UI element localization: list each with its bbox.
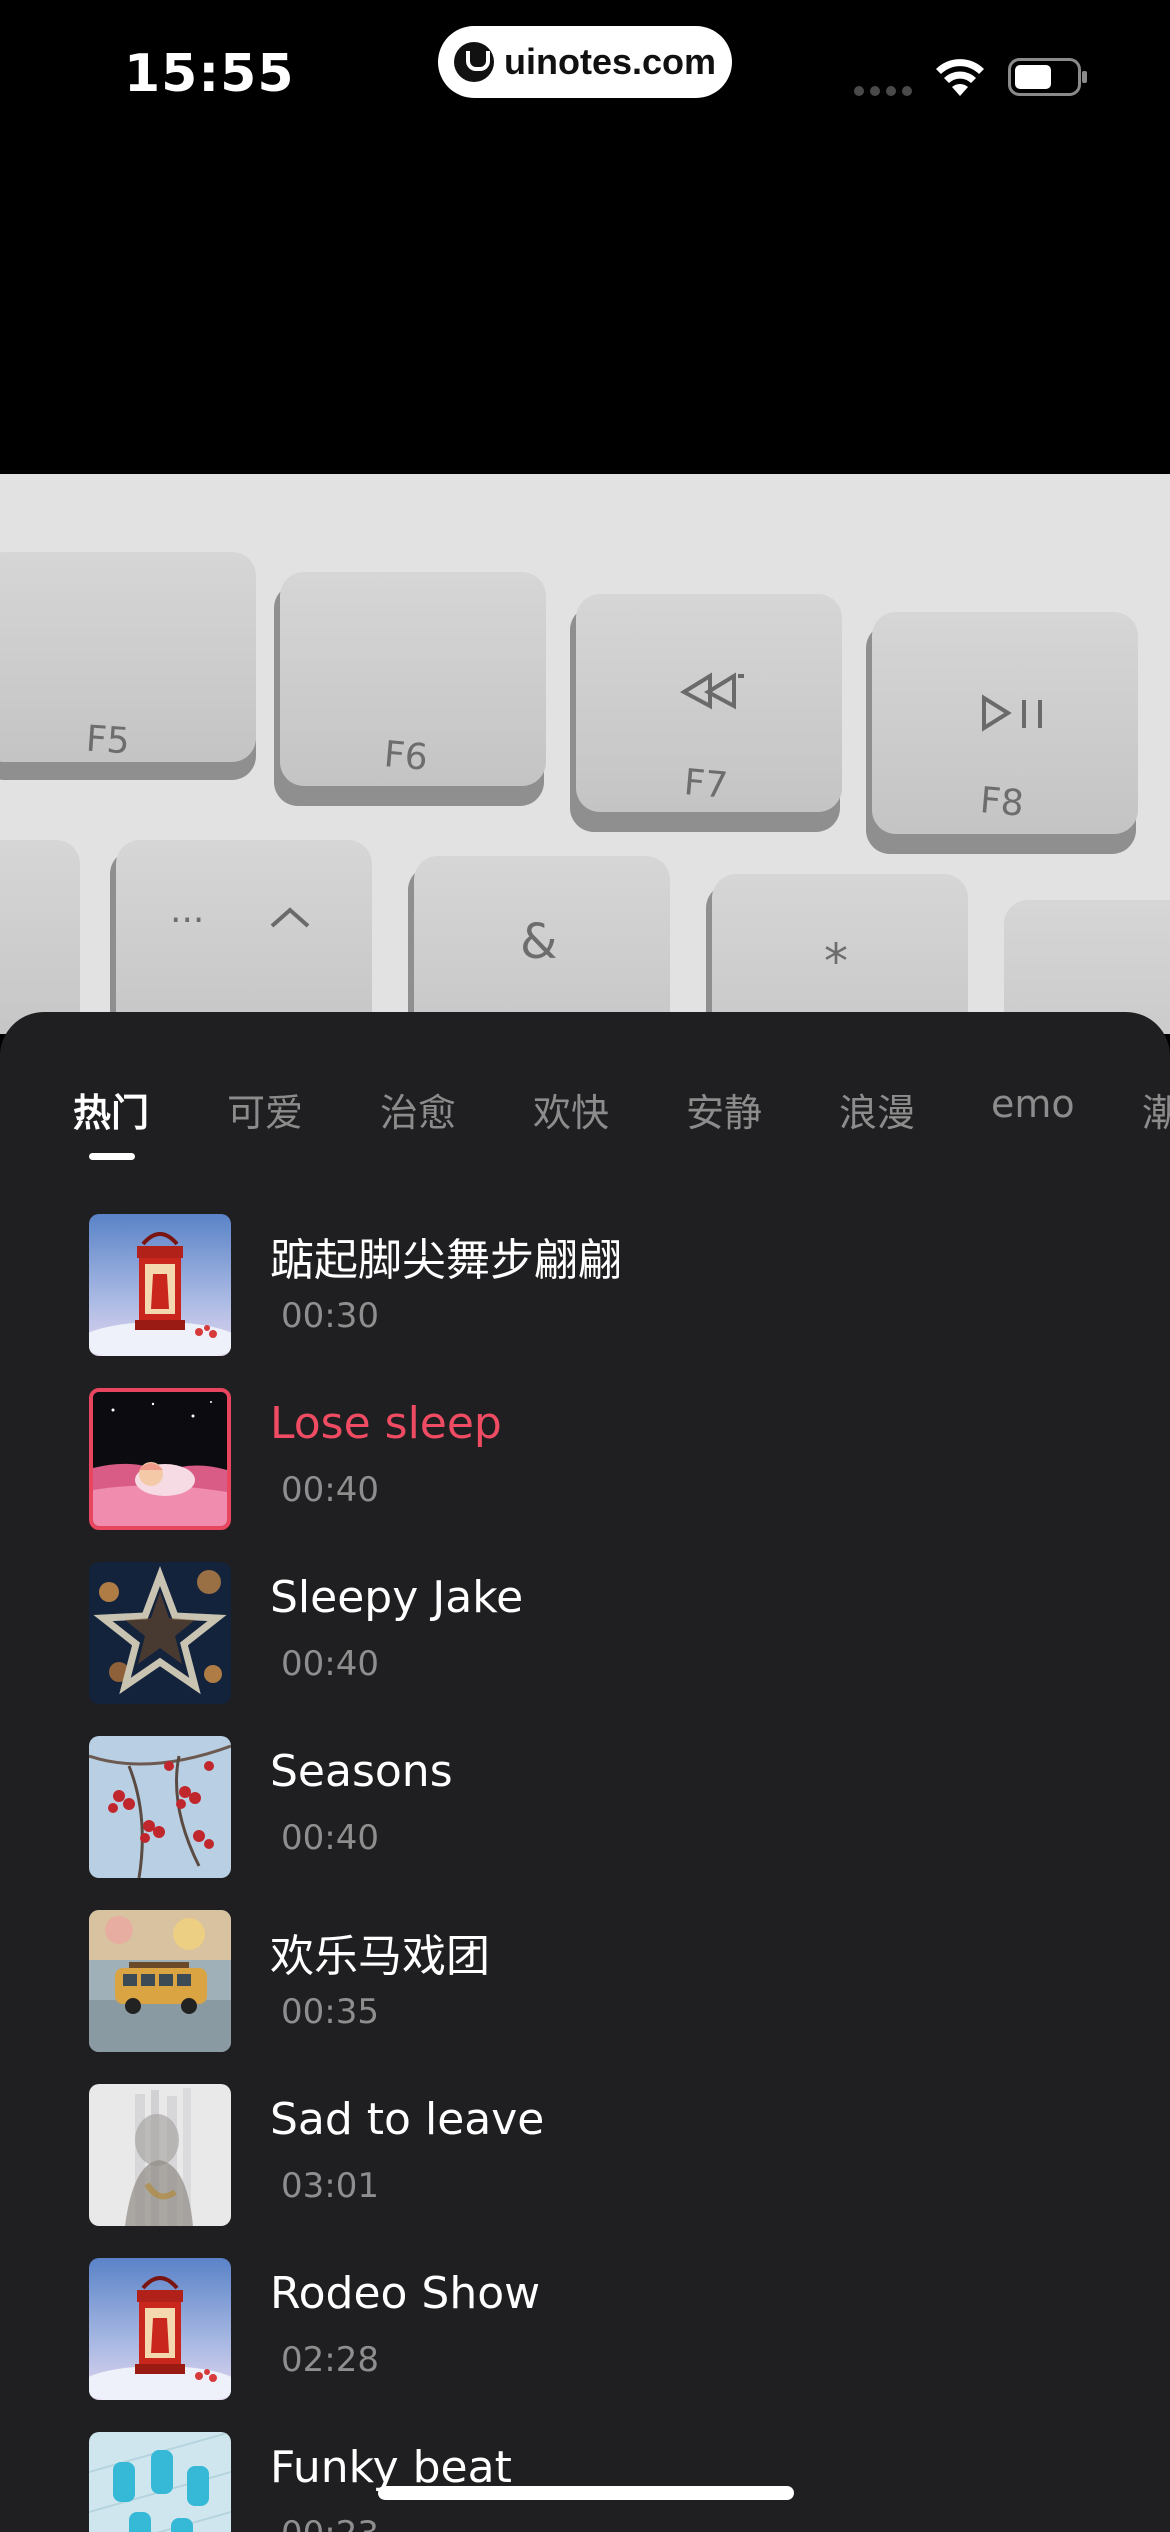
status-bar: 15:55 uinotes.com <box>0 0 1170 150</box>
active-tab-indicator <box>89 1153 135 1160</box>
track-row[interactable]: 欢乐马戏团 00:35 <box>0 1900 1170 2074</box>
track-duration: 03:01 <box>281 2166 379 2206</box>
tab-cute[interactable]: 可爱 <box>227 1082 303 1137</box>
key-label-ampersand: & <box>520 914 558 970</box>
track-thumbnail-lantern <box>89 2258 231 2400</box>
tab-emo[interactable]: emo <box>991 1082 1075 1126</box>
track-title: 欢乐马戏团 <box>270 1931 490 1982</box>
watermark-logo-icon <box>453 42 494 82</box>
track-row[interactable]: Funky beat 00:23 <box>0 2422 1170 2532</box>
watermark-text: uinotes.com <box>503 41 717 82</box>
tab-healing[interactable]: 治愈 <box>380 1082 456 1137</box>
track-thumbnail-star-lights <box>89 1562 231 1704</box>
track-title: Sad to leave <box>270 2094 545 2145</box>
track-thumbnail-sleeping <box>89 1388 231 1530</box>
track-row[interactable]: Rodeo Show 02:28 <box>0 2248 1170 2422</box>
key-label-f7: F7 <box>682 762 730 807</box>
category-tabs: 热门 可爱 治愈 欢快 安静 浪漫 emo 潮 <box>0 1082 1170 1162</box>
track-title: Rodeo Show <box>270 2268 541 2319</box>
watermark-badge: uinotes.com <box>438 26 732 98</box>
track-row[interactable]: 踮起脚尖舞步翩翩 00:30 <box>0 1204 1170 1378</box>
tab-romantic[interactable]: 浪漫 <box>839 1082 915 1137</box>
track-title: Seasons <box>270 1746 453 1797</box>
tab-cheerful[interactable]: 欢快 <box>533 1082 609 1137</box>
home-indicator[interactable] <box>378 2486 794 2500</box>
track-row[interactable]: Sleepy Jake 00:40 <box>0 1552 1170 1726</box>
cellular-signal-icon <box>854 86 914 96</box>
track-thumbnail-red-berries <box>89 1736 231 1878</box>
track-duration: 00:30 <box>281 1296 379 1336</box>
track-row[interactable]: Sad to leave 03:01 <box>0 2074 1170 2248</box>
music-picker-sheet: 热门 可爱 治愈 欢快 安静 浪漫 emo 潮 踮起脚尖舞步翩翩 00:30 L… <box>0 1012 1170 2532</box>
track-duration: 02:28 <box>281 2340 379 2380</box>
key-label-asterisk: * <box>824 934 848 990</box>
track-title: Sleepy Jake <box>270 1572 524 1623</box>
tab-quiet[interactable]: 安静 <box>686 1082 762 1137</box>
key-label-f8: F8 <box>978 780 1026 825</box>
track-row[interactable]: Seasons 00:40 <box>0 1726 1170 1900</box>
tab-trendy[interactable]: 潮 <box>1142 1082 1170 1137</box>
key-label-f6: F6 <box>382 734 430 779</box>
wifi-icon <box>936 59 984 96</box>
track-row-selected[interactable]: Lose sleep 00:40 <box>0 1378 1170 1552</box>
track-title: 踮起脚尖舞步翩翩 <box>270 1235 622 1286</box>
track-title: Lose sleep <box>270 1398 502 1449</box>
track-duration: 00:35 <box>281 1992 379 2032</box>
status-time: 15:55 <box>124 44 295 104</box>
background-photo-keyboard: F5 F6 F7 F8 ... & * <box>0 474 1170 1034</box>
track-thumbnail-blue-pins <box>89 2432 231 2532</box>
track-duration: 00:40 <box>281 1470 379 1510</box>
battery-icon <box>1008 58 1087 96</box>
track-thumbnail-toy-bus <box>89 1910 231 2052</box>
track-thumbnail-lantern <box>89 1214 231 1356</box>
track-duration: 00:40 <box>281 1644 379 1684</box>
track-thumbnail-blurred-figure <box>89 2084 231 2226</box>
tab-hot[interactable]: 热门 <box>73 1082 149 1137</box>
track-duration: 00:23 <box>281 2514 379 2532</box>
track-duration: 00:40 <box>281 1818 379 1858</box>
key-label-ellipsis: ... <box>170 890 205 931</box>
key-label-f5: F5 <box>84 718 132 763</box>
